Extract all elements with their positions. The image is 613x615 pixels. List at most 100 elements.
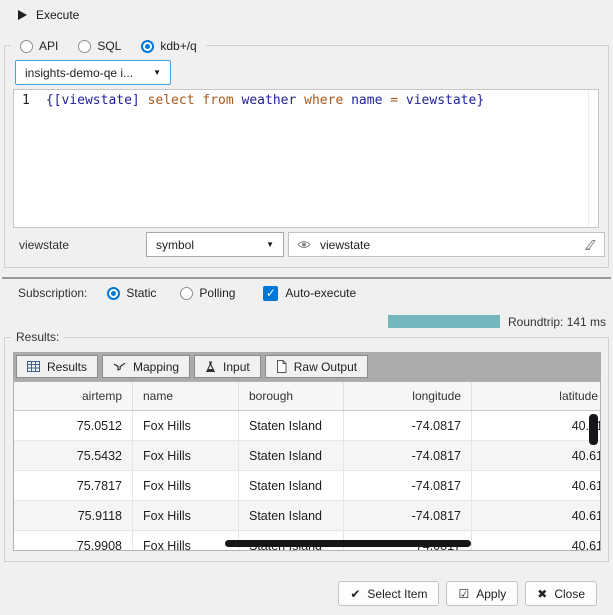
cell-airtemp: 75.9908 bbox=[14, 531, 133, 551]
connection-dropdown[interactable]: insights-demo-qe i... ▼ bbox=[15, 60, 171, 85]
cell-latitude: 40.61 bbox=[472, 471, 601, 500]
code-token: = bbox=[390, 93, 406, 108]
execute-header[interactable]: Execute bbox=[18, 8, 79, 22]
cell-latitude: 40.61 bbox=[472, 411, 601, 440]
cell-airtemp: 75.9118 bbox=[14, 501, 133, 530]
parameter-type-value: symbol bbox=[156, 238, 194, 252]
expand-triangle-icon bbox=[18, 10, 27, 20]
tab-mapping[interactable]: Mapping bbox=[102, 355, 190, 378]
connection-dropdown-value: insights-demo-qe i... bbox=[25, 66, 133, 80]
cell-longitude: -74.0817 bbox=[344, 501, 472, 530]
subscription-option-label: Polling bbox=[199, 286, 235, 300]
parameter-type-dropdown[interactable]: symbol ▼ bbox=[146, 232, 284, 257]
chevron-down-icon: ▼ bbox=[266, 240, 274, 249]
results-groupbox: Results: ResultsMappingInputRaw Output a… bbox=[4, 337, 609, 562]
cell-name: Fox Hills bbox=[133, 501, 239, 530]
close-icon: ✖ bbox=[537, 587, 547, 601]
cell-value: Fox Hills bbox=[143, 419, 191, 433]
tab-raw-output[interactable]: Raw Output bbox=[265, 355, 368, 378]
table-row[interactable]: 75.5432Fox HillsStaten Island-74.081740.… bbox=[14, 441, 600, 471]
progress-bar bbox=[388, 315, 500, 328]
cell-value: Fox Hills bbox=[143, 509, 191, 523]
cell-value: Fox Hills bbox=[143, 479, 191, 493]
subscription-row: Subscription: StaticPolling ✓ Auto-execu… bbox=[18, 284, 356, 302]
column-header-airtemp[interactable]: airtemp bbox=[14, 382, 133, 410]
cell-value: 40.61 bbox=[572, 509, 601, 523]
cell-value: 40.61 bbox=[572, 479, 601, 493]
code-token: name bbox=[351, 93, 390, 108]
vertical-scrollbar-thumb[interactable] bbox=[589, 414, 598, 445]
cell-latitude: 40.61 bbox=[472, 531, 601, 551]
tab-label: Input bbox=[223, 360, 250, 374]
cell-value: -74.0817 bbox=[412, 509, 461, 523]
horizontal-scrollbar-thumb[interactable] bbox=[225, 540, 471, 547]
tab-label: Results bbox=[47, 360, 87, 374]
cell-value: Fox Hills bbox=[143, 449, 191, 463]
parameter-value-input[interactable]: viewstate bbox=[288, 232, 605, 257]
column-header-longitude[interactable]: longitude bbox=[344, 382, 472, 410]
mode-api[interactable]: API bbox=[20, 39, 58, 53]
eye-icon bbox=[297, 239, 311, 250]
eraser-icon[interactable] bbox=[582, 239, 596, 250]
tab-input[interactable]: Input bbox=[194, 355, 261, 378]
cell-borough: Staten Island bbox=[239, 471, 344, 500]
radio-icon bbox=[180, 287, 193, 300]
mode-label: kdb+/q bbox=[160, 39, 196, 53]
line-number: 1 bbox=[22, 93, 30, 108]
cell-airtemp: 75.0512 bbox=[14, 411, 133, 440]
check-icon: ✔ bbox=[350, 587, 360, 601]
code-content: {[viewstate] select from weather where n… bbox=[46, 93, 484, 108]
column-header-name[interactable]: name bbox=[133, 382, 239, 410]
cell-value: 40.61 bbox=[572, 449, 601, 463]
mode-sql[interactable]: SQL bbox=[78, 39, 121, 53]
parameter-value-text: viewstate bbox=[320, 238, 370, 252]
auto-execute-label: Auto-execute bbox=[285, 286, 356, 300]
tab-results[interactable]: Results bbox=[16, 355, 98, 378]
select-item-button[interactable]: ✔Select Item bbox=[338, 581, 439, 606]
table-row[interactable]: 75.9118 Fox Hills Staten Island -74.0817 40.… bbox=[14, 501, 600, 531]
cell-longitude: -74.0817 bbox=[344, 411, 472, 440]
checkbox-checked-icon: ✓ bbox=[263, 286, 278, 301]
table-row[interactable]: 75.0512 Fox Hills Staten Island -74.0817 40.… bbox=[14, 411, 600, 441]
apply-button[interactable]: ☑ Apply bbox=[446, 581, 518, 606]
tab-label: Raw Output bbox=[294, 360, 357, 374]
apply-check-icon: ☑ bbox=[458, 587, 469, 601]
parameter-row: viewstate symbol ▼ viewstate bbox=[15, 232, 605, 258]
cell-name: Fox Hills bbox=[133, 441, 239, 470]
flask-icon bbox=[205, 361, 216, 373]
results-tab-strip: Results Mapping Input Raw Output bbox=[13, 352, 601, 381]
table-row[interactable]: 75.7817 Fox Hills Staten Island -74.0817 40.… bbox=[14, 471, 600, 501]
subscription-polling[interactable]: Polling bbox=[180, 286, 235, 300]
radio-icon bbox=[78, 40, 91, 53]
code-token: from bbox=[202, 93, 241, 108]
mode-kdb-q[interactable]: kdb+/q bbox=[141, 39, 196, 53]
mapping-icon bbox=[113, 361, 126, 372]
subscription-static[interactable]: Static bbox=[107, 286, 156, 300]
cell-value: Staten Island bbox=[249, 509, 322, 523]
roundtrip-label: Roundtrip: 141 ms bbox=[508, 315, 606, 329]
cell-borough: Staten Island bbox=[239, 501, 344, 530]
column-header-latitude[interactable]: latitude bbox=[472, 382, 601, 410]
document-icon bbox=[276, 360, 287, 373]
cell-value: Staten Island bbox=[249, 419, 322, 433]
mode-label: API bbox=[39, 39, 58, 53]
close-button[interactable]: ✖Close bbox=[525, 581, 597, 606]
cell-value: -74.0817 bbox=[412, 419, 461, 433]
column-header-borough[interactable]: borough bbox=[239, 382, 344, 410]
cell-latitude: 40.61 bbox=[472, 501, 601, 530]
cell-value: 75.9908 bbox=[77, 539, 122, 552]
query-mode-radio-group: API SQL kdb+/q bbox=[11, 36, 206, 56]
results-table: airtempnameboroughlongitudelatitude 75.0… bbox=[13, 381, 601, 551]
cell-airtemp: 75.7817 bbox=[14, 471, 133, 500]
cell-value: -74.0817 bbox=[412, 479, 461, 493]
button-label: Apply bbox=[476, 587, 506, 601]
cell-name: Fox Hills bbox=[133, 471, 239, 500]
auto-execute-checkbox-wrap[interactable]: ✓ Auto-execute bbox=[263, 286, 356, 301]
cell-value: Staten Island bbox=[249, 449, 322, 463]
tab-label: Mapping bbox=[133, 360, 179, 374]
table-icon bbox=[27, 361, 40, 372]
subscription-option-label: Static bbox=[126, 286, 156, 300]
code-editor[interactable]: 1 {[viewstate] select from weather where … bbox=[13, 89, 599, 228]
query-groupbox: APISQLkdb+/q insights-demo-qe i... ▼ 1{[… bbox=[4, 45, 609, 268]
cell-value: Fox Hills bbox=[143, 539, 191, 552]
